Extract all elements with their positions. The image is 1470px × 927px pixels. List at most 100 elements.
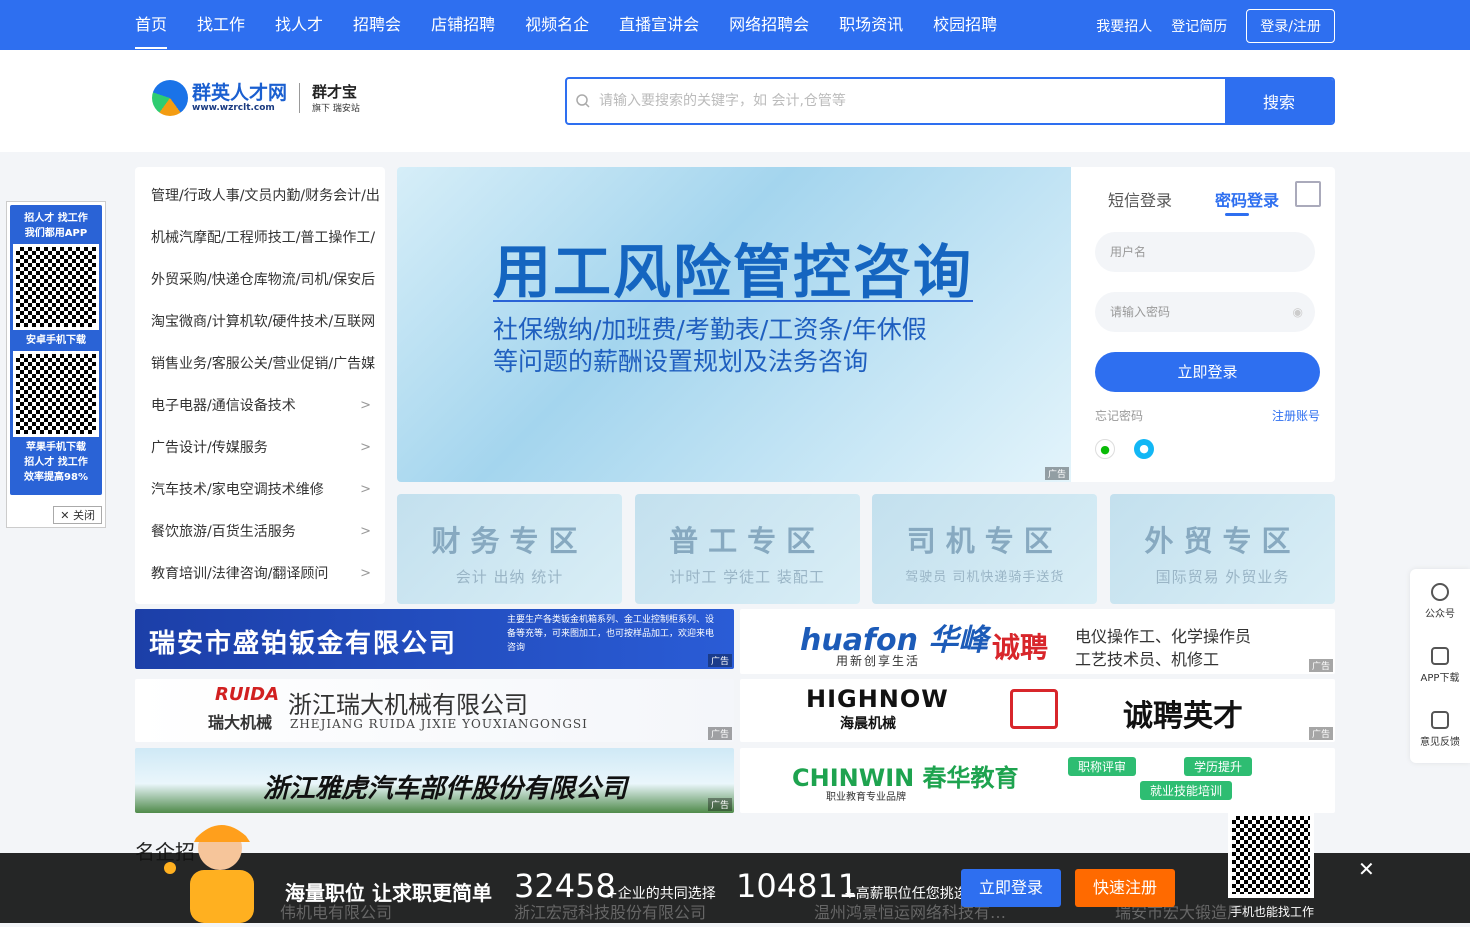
nav-live[interactable]: 直播宣讲会 bbox=[619, 0, 699, 50]
resume-link[interactable]: 登记简历 bbox=[1171, 16, 1227, 36]
category-label: 广告设计/传媒服务 bbox=[151, 440, 268, 456]
float-ad-close-button[interactable]: ✕ 关闭 bbox=[53, 506, 102, 524]
zone-sub: 国际贸易 外贸业务 bbox=[1155, 568, 1290, 586]
nav-campus[interactable]: 校园招聘 bbox=[933, 0, 997, 50]
category-item[interactable]: 机械汽摩配/工程师技工/普工操作工/ bbox=[135, 217, 385, 259]
category-label: 销售业务/客服公关/营业促销/广告媒 bbox=[151, 356, 376, 372]
category-label: 管理/行政人事/文员内勤/财务会计/出 bbox=[151, 188, 380, 204]
ad-shengbo[interactable]: 瑞安市盛铂钣金有限公司 主要生产各类钣金机箱系列、金工业控制柜系列、设备等充等，… bbox=[135, 609, 734, 669]
wechat-account-icon bbox=[1431, 583, 1449, 601]
job-count: 104811 bbox=[736, 867, 859, 905]
nav-find-job[interactable]: 找工作 bbox=[197, 0, 245, 50]
sidebar-app-label: APP下载 bbox=[1420, 673, 1460, 684]
nav-news[interactable]: 职场资讯 bbox=[839, 0, 903, 50]
ad-chinwin[interactable]: CHINWIN 春华教育 职业教育专业品牌 职称评审 学历提升 就业技能培训 bbox=[740, 748, 1335, 813]
ad-huafon-hire: 诚聘 bbox=[992, 631, 1049, 664]
ad-shengbo-name: 瑞安市盛铂钣金有限公司 bbox=[149, 629, 458, 659]
nav-find-talent[interactable]: 找人才 bbox=[275, 0, 323, 50]
phone-icon bbox=[1431, 647, 1449, 665]
search-input[interactable] bbox=[599, 79, 1225, 123]
ad-ruida-pinyin: ZHEJIANG RUIDA JIXIE YOUXIANGONGSI bbox=[290, 717, 588, 731]
ad-ruida-logo: RUIDA bbox=[215, 684, 280, 705]
wechat-icon[interactable]: ● bbox=[1095, 439, 1115, 459]
category-label: 外贸采购/快递仓库物流/司机/保安后 bbox=[151, 272, 376, 288]
zone-sub: 计时工 学徒工 装配工 bbox=[669, 568, 825, 586]
nav-shop-recruit[interactable]: 店铺招聘 bbox=[431, 0, 495, 50]
bottom-login-button[interactable]: 立即登录 bbox=[961, 869, 1061, 907]
nav-right: 我要招人 登记简历 登录/注册 bbox=[1077, 9, 1335, 43]
search-button[interactable]: 搜索 bbox=[1225, 79, 1333, 123]
float-ad-slogan1: 招人才 找工作 bbox=[24, 457, 88, 468]
ios-qr-code bbox=[13, 351, 99, 437]
ad-chinwin-pill3: 就业技能培训 bbox=[1140, 781, 1233, 800]
ad-tag: 广告 bbox=[707, 654, 732, 667]
site-logo[interactable]: 群英人才网 www.wzrclt.com 群才宝 旗下 瑞安站 bbox=[152, 80, 360, 116]
mascot-illustration bbox=[150, 808, 298, 923]
username-field[interactable]: 用户名 bbox=[1095, 232, 1315, 272]
category-item[interactable]: 广告设计/传媒服务 > bbox=[135, 427, 385, 469]
float-ad-slogan2: 效率提高98% bbox=[24, 472, 88, 483]
hire-link[interactable]: 我要招人 bbox=[1096, 16, 1152, 36]
app-download-float-ad: 招人才 找工作 我们都用APP 安卓手机下载 苹果手机下载 招人才 找工作 效率… bbox=[6, 201, 106, 528]
ad-huafon[interactable]: huafon 华峰 用新创享生活 诚聘 电仪操作工、化学操作员 工艺技术员、机修… bbox=[740, 609, 1335, 674]
qr-login-icon[interactable] bbox=[1295, 181, 1321, 207]
logo-url: www.wzrclt.com bbox=[192, 103, 275, 113]
sidebar-wechat[interactable]: 公众号 bbox=[1410, 569, 1470, 633]
password-placeholder: 请输入密码 bbox=[1110, 305, 1171, 319]
search-icon bbox=[567, 79, 599, 123]
forgot-password-link[interactable]: 忘记密码 bbox=[1095, 407, 1143, 424]
ad-huafon-jobs1: 电仪操作工、化学操作员 bbox=[1075, 627, 1252, 646]
enterprise-count-label: +企业的共同选择 bbox=[606, 886, 716, 902]
category-item[interactable]: 外贸采购/快递仓库物流/司机/保安后 bbox=[135, 259, 385, 301]
category-item[interactable]: 淘宝微商/计算机软/硬件技术/互联网 bbox=[135, 301, 385, 343]
zone-general-worker[interactable]: 普工专区 计时工 学徒工 装配工 bbox=[634, 494, 860, 604]
eye-icon[interactable]: ◉ bbox=[1293, 292, 1303, 332]
category-label: 餐饮旅游/百货生活服务 bbox=[151, 524, 296, 540]
zone-foreign-trade[interactable]: 外贸专区国际贸易 外贸业务 bbox=[1109, 494, 1335, 604]
sidebar-feedback[interactable]: 意见反馈 bbox=[1410, 697, 1470, 761]
sidebar-app[interactable]: APP下载 bbox=[1410, 633, 1470, 697]
ad-ruida-logo-cn: 瑞大机械 bbox=[208, 713, 273, 732]
bottom-register-button[interactable]: 快速注册 bbox=[1075, 869, 1175, 907]
login-register-button[interactable]: 登录/注册 bbox=[1246, 9, 1335, 43]
register-link[interactable]: 注册账号 bbox=[1272, 407, 1320, 424]
password-field[interactable]: 请输入密码 ◉ bbox=[1095, 292, 1315, 332]
nav-home[interactable]: 首页 bbox=[135, 3, 168, 49]
category-item[interactable]: 管理/行政人事/文员内勤/财务会计/出 bbox=[135, 175, 385, 217]
chevron-right-icon: > bbox=[360, 398, 371, 413]
zone-finance[interactable]: 财务专区 会计 出纳 统计 bbox=[397, 494, 622, 604]
category-label: 教育培训/法律咨询/翻译顾问 bbox=[151, 566, 329, 582]
ad-highnow-cn: 海晨机械 bbox=[840, 716, 896, 732]
tab-password-login[interactable]: 密码登录 bbox=[1215, 187, 1279, 211]
qr-label: 手机也能找工作 bbox=[1230, 905, 1315, 919]
zone-driver[interactable]: 司机专区 驾驶员 司机快递骑手送货 bbox=[872, 494, 1098, 604]
ad-ruida[interactable]: RUIDA 瑞大机械 浙江瑞大机械有限公司 ZHEJIANG RUIDA JIX… bbox=[135, 679, 734, 742]
ad-yahoo-auto[interactable]: 浙江雅虎汽车部件股份有限公司 广告 bbox=[135, 748, 734, 813]
zone-title: 外贸专区 bbox=[1144, 524, 1301, 558]
ad-chinwin-pill1: 职称评审 bbox=[1068, 757, 1137, 776]
category-item[interactable]: 餐饮旅游/百货生活服务 > bbox=[135, 511, 385, 553]
android-qr-code bbox=[13, 244, 99, 330]
category-item[interactable]: 汽车技术/家电空调技术维修 > bbox=[135, 469, 385, 511]
category-item[interactable]: 电子电器/通信设备技术 > bbox=[135, 385, 385, 427]
main-menu: 首页 找工作 找人才 招聘会 店铺招聘 视频名企 直播宣讲会 网络招聘会 职场资… bbox=[135, 0, 1027, 50]
nav-job-fair[interactable]: 招聘会 bbox=[353, 0, 401, 50]
qq-icon[interactable]: ● bbox=[1134, 439, 1154, 459]
ad-highnow[interactable]: HIGHNOW 海晨机械 诚聘英才 广告 bbox=[740, 679, 1335, 742]
category-item[interactable]: 教育培训/法律咨询/翻译顾问 > bbox=[135, 553, 385, 595]
ad-tag: 广告 bbox=[1308, 727, 1333, 740]
category-label: 淘宝微商/计算机软/硬件技术/互联网 bbox=[151, 314, 376, 330]
banner-headline: 用工风险管控咨询 bbox=[493, 238, 974, 306]
banner-line1: 社保缴纳/加班费/考勤表/工资条/年休假 bbox=[493, 315, 927, 344]
nav-online-fair[interactable]: 网络招聘会 bbox=[729, 0, 809, 50]
login-button[interactable]: 立即登录 bbox=[1095, 352, 1320, 392]
tab-sms-login[interactable]: 短信登录 bbox=[1108, 187, 1172, 211]
app-download-qr-code bbox=[1228, 812, 1314, 898]
close-icon: ✕ bbox=[60, 509, 73, 522]
logo-divider bbox=[299, 83, 301, 113]
category-item[interactable]: 销售业务/客服公关/营业促销/广告媒 bbox=[135, 343, 385, 385]
nav-video[interactable]: 视频名企 bbox=[525, 0, 589, 50]
close-icon[interactable]: ✕ bbox=[1358, 857, 1375, 881]
zone-title: 财务专区 bbox=[431, 524, 588, 558]
main-banner[interactable]: 用工风险管控咨询 社保缴纳/加班费/考勤表/工资条/年休假 等问题的薪酬设置规划… bbox=[397, 167, 1071, 482]
